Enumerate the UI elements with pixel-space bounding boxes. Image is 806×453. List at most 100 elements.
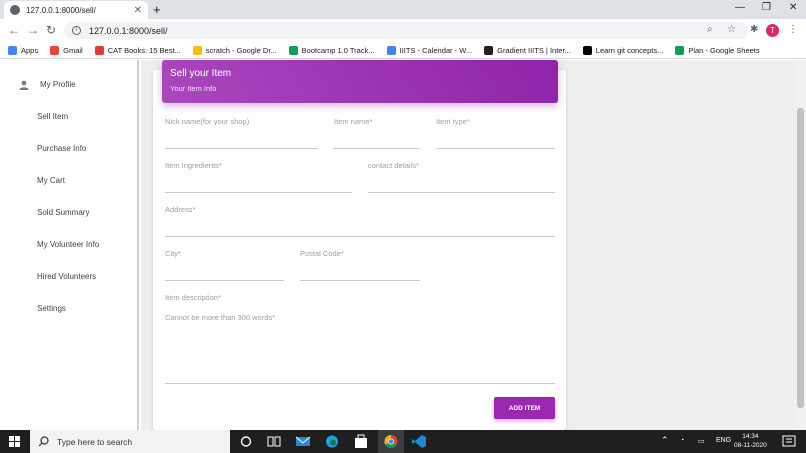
notifications-icon[interactable] — [781, 434, 797, 449]
restore-icon[interactable]: ❐ — [762, 2, 771, 13]
vscode-icon[interactable] — [411, 434, 427, 449]
windows-start-icon[interactable] — [9, 436, 20, 447]
clock-date: 08-11-2020 — [734, 442, 767, 449]
extensions-icon[interactable]: ✱ — [750, 24, 758, 35]
bookmark-icon — [675, 45, 685, 55]
chevron-up-icon[interactable]: ⌃ — [661, 435, 669, 446]
window-close-icon[interactable]: ✕ — [789, 2, 797, 13]
new-tab-button[interactable]: + — [153, 2, 161, 17]
item-type-label: Item type* — [436, 117, 470, 126]
sidebar-item-settings[interactable]: Settings — [37, 304, 66, 313]
description-underline — [165, 383, 555, 384]
tab-title: 127.0.0.1:8000/sell/ — [26, 5, 96, 15]
bookmark-label: scratch - Google Dr... — [205, 45, 277, 55]
contact-field[interactable]: contact details* — [368, 161, 555, 193]
nickname-label: Nick name(for your shop) — [165, 117, 250, 126]
add-item-button[interactable]: ADD ITEM — [494, 397, 555, 419]
bookmark-star-icon[interactable]: ☆ — [727, 24, 736, 35]
mail-icon[interactable] — [295, 434, 311, 449]
bookmark-label: Bootcamp 1.0 Track... — [301, 45, 375, 55]
bookmark-icon — [288, 45, 298, 55]
bookmark-item[interactable]: Bootcamp 1.0 Track... — [288, 45, 375, 55]
bookmark-item[interactable]: Gradient IIITS | Inter... — [484, 45, 571, 55]
sidebar-item-my-volunteer-info[interactable]: My Volunteer Info — [37, 240, 99, 249]
task-view-icon[interactable] — [266, 434, 282, 449]
battery-icon[interactable]: ▭ — [698, 437, 705, 445]
site-info-icon[interactable]: i — [72, 26, 81, 35]
bookmark-label: Apps — [21, 45, 39, 55]
bookmark-item[interactable]: IIITS - Calendar - W... — [386, 45, 473, 55]
sidebar-item-hired-volunteers[interactable]: Hired Volunteers — [37, 272, 96, 281]
browser-tab[interactable]: 127.0.0.1:8000/sell/ ✕ — [4, 1, 148, 19]
chrome-taskbar-active[interactable] — [378, 430, 404, 453]
url-text: 127.0.0.1:8000/sell/ — [89, 25, 168, 36]
city-label: City* — [165, 249, 181, 258]
address-label: Address* — [165, 205, 196, 214]
item-type-field[interactable]: Item type* — [436, 117, 555, 149]
scrollbar-thumb[interactable] — [797, 108, 804, 408]
sidebar-item-sell-item[interactable]: Sell Item — [37, 112, 68, 121]
card-title: Sell your Item — [170, 68, 232, 79]
nickname-field[interactable]: Nick name(for your shop) — [165, 117, 318, 149]
bookmark-label: Gradient IIITS | Inter... — [497, 45, 571, 55]
minimize-icon[interactable]: — — [735, 2, 745, 13]
back-icon[interactable]: ← — [8, 23, 20, 37]
bookmark-icon — [582, 45, 592, 55]
bookmark-item[interactable]: Apps — [8, 45, 39, 55]
bookmark-item[interactable]: CAT Books: 15 Best... — [94, 45, 181, 55]
sidebar-item-my-cart[interactable]: My Cart — [37, 176, 65, 185]
ingredients-field[interactable]: Item Ingredients* — [165, 161, 352, 193]
address-bar[interactable]: i 127.0.0.1:8000/sell/ — [64, 22, 748, 39]
person-icon — [19, 80, 29, 90]
city-field[interactable]: City* — [165, 249, 284, 281]
page: My Profile Sell Item Purchase Info My Ca… — [0, 60, 806, 430]
bookmark-icon — [8, 45, 17, 55]
tab-strip: 127.0.0.1:8000/sell/ ✕ + — ❐ ✕ — [0, 0, 806, 19]
bookmark-item[interactable]: Plan - Google Sheets — [675, 45, 760, 55]
bookmark-label: IIITS - Calendar - W... — [399, 45, 473, 55]
bookmark-item[interactable]: Learn git concepts... — [582, 45, 664, 55]
clock[interactable]: 14:34 08-11-2020 — [734, 432, 767, 450]
bookmark-label: Gmail — [63, 45, 83, 55]
wifi-icon[interactable]: ◔ — [680, 437, 684, 444]
taskbar: Type here to search ⌃ ◔ ▭ ENG 14:34 08-1… — [0, 430, 806, 453]
zoom-icon[interactable]: ⌕ — [707, 24, 713, 35]
bookmark-icon — [484, 45, 494, 55]
bookmark-item[interactable]: Gmail — [50, 45, 83, 55]
description-textarea[interactable]: Cannot be more than 300 words* — [165, 313, 275, 322]
card-header: Sell your Item Your Item Info — [162, 60, 558, 103]
language-indicator[interactable]: ENG — [716, 437, 731, 444]
bookmark-icon — [50, 45, 60, 55]
ingredients-label: Item Ingredients* — [165, 161, 222, 170]
sidebar: My Profile Sell Item Purchase Info My Ca… — [0, 60, 139, 430]
reload-icon[interactable]: ↻ — [46, 23, 56, 37]
bookmark-label: Learn git concepts... — [595, 45, 664, 55]
item-name-label: Item name* — [334, 117, 373, 126]
cortana-icon[interactable] — [238, 434, 254, 449]
sidebar-item-purchase-info[interactable]: Purchase Info — [37, 144, 86, 153]
bookmark-icon — [386, 45, 396, 55]
profile-avatar[interactable]: T — [766, 24, 779, 37]
browser-toolbar: ← → ↻ i 127.0.0.1:8000/sell/ ⌕ ☆ ✱ ⋮ — [0, 19, 806, 42]
clock-time: 14:34 — [742, 433, 759, 440]
bookmark-item[interactable]: scratch - Google Dr... — [192, 45, 277, 55]
card-subtitle: Your Item Info — [170, 84, 217, 93]
store-icon[interactable] — [353, 434, 369, 449]
bookmark-icon — [94, 45, 104, 55]
item-name-field[interactable]: Item name* — [334, 117, 420, 149]
address-field[interactable]: Address* — [165, 205, 555, 237]
bookmark-icon — [192, 45, 202, 55]
forward-icon[interactable]: → — [27, 23, 39, 37]
postal-code-field[interactable]: Postal Code* — [300, 249, 420, 281]
sidebar-item-sold-summary[interactable]: Sold Summary — [37, 208, 89, 217]
globe-icon — [10, 5, 20, 15]
taskbar-search[interactable]: Type here to search — [30, 430, 230, 453]
tab-close-icon[interactable]: ✕ — [134, 5, 142, 16]
edge-icon[interactable] — [324, 434, 340, 449]
bookmark-label: Plan - Google Sheets — [688, 45, 760, 55]
sidebar-item-my-profile[interactable]: My Profile — [40, 80, 76, 89]
menu-icon[interactable]: ⋮ — [788, 24, 798, 35]
description-label: Item description* — [165, 293, 221, 302]
chrome-icon — [384, 434, 398, 449]
bookmark-label: CAT Books: 15 Best... — [107, 45, 181, 55]
